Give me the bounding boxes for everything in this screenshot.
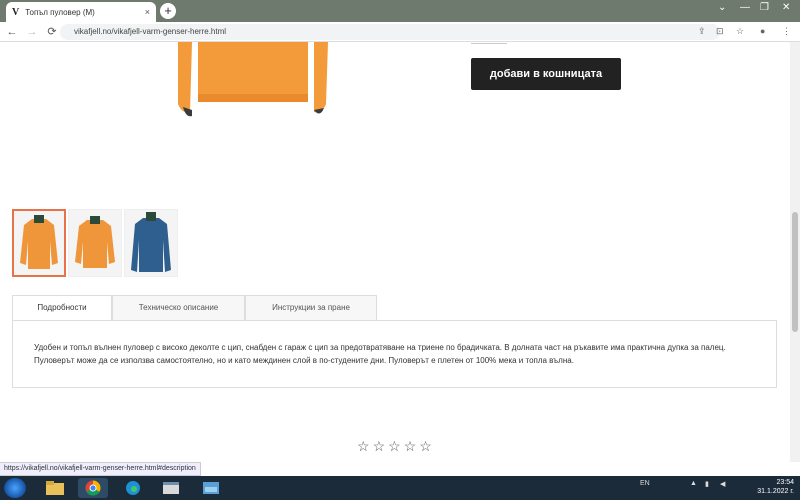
start-button[interactable] [4,478,26,498]
new-tab-button[interactable]: + [160,3,176,19]
app-window-icon[interactable] [156,478,186,498]
forward-button[interactable]: → [24,26,40,38]
file-explorer-icon[interactable] [40,478,70,498]
browser-tab-strip: V Топъл пуловер (M) × + ⌄ — ❐ ✕ [0,0,800,22]
install-icon[interactable]: ⊡ [716,26,724,37]
scrollbar-thumb[interactable] [792,212,798,332]
menu-icon[interactable]: ⋮ [782,26,791,37]
back-button[interactable]: ← [4,26,20,38]
rating-stars[interactable]: ☆ ☆ ☆ ☆ ☆ [357,438,432,455]
network-icon[interactable]: ▮ [705,480,709,488]
product-page: добави в кошницата Подробности Техническ… [0,42,790,462]
tab-details[interactable]: Подробности [12,295,112,321]
taskbar-clock[interactable]: 23:54 31.1.2022 г. [742,478,794,496]
add-to-cart-button[interactable]: добави в кошницата [471,58,621,90]
sweater-image [75,216,115,268]
product-info-tabs: Подробности Техническо описание Инструкц… [12,295,377,321]
photo-viewer-icon[interactable] [196,478,226,498]
quantity-field[interactable] [471,42,507,44]
address-bar[interactable]: vikafjell.no/vikafjell-varm-genser-herre… [60,24,720,40]
thumbnail-orange-back[interactable] [68,209,122,277]
tab-technical-description[interactable]: Техническо описание [112,295,245,320]
close-window-icon[interactable]: ✕ [782,2,790,13]
chrome-icon[interactable] [78,478,108,498]
sweater-image [20,215,58,269]
maximize-icon[interactable]: ❐ [760,2,769,13]
share-icon[interactable]: ⇪ [698,26,706,37]
star-icon[interactable]: ☆ [373,438,386,455]
product-main-image[interactable] [178,42,328,122]
close-tab-icon[interactable]: × [145,7,150,17]
bookmark-star-icon[interactable]: ☆ [736,26,744,37]
star-icon[interactable]: ☆ [404,438,417,455]
browser-tab[interactable]: V Топъл пуловер (M) × [6,2,156,22]
page-scrollbar[interactable] [790,42,800,462]
language-indicator[interactable]: EN [640,480,650,487]
star-icon[interactable]: ☆ [357,438,370,455]
thumbnail-gallery [12,209,178,277]
clock-date: 31.1.2022 г. [757,488,794,495]
volume-icon[interactable]: ◀ [720,480,725,488]
clock-time: 23:54 [776,479,794,486]
thumbnail-blue[interactable] [124,209,178,277]
site-favicon: V [12,6,20,18]
thumbnail-orange-front[interactable] [12,209,66,277]
windows-taskbar: EN ▲ ▮ ◀ 23:54 31.1.2022 г. [0,476,800,500]
tray-chevron-icon[interactable]: ▲ [690,480,697,487]
sweater-image [131,212,171,272]
profile-avatar[interactable]: ● [760,26,765,36]
description-panel: Удобен и топъл вълнен пуловер с високо д… [12,320,777,388]
tab-title: Топъл пуловер (M) [25,7,95,17]
star-icon[interactable]: ☆ [419,438,432,455]
tab-washing-instructions[interactable]: Инструкции за пране [245,295,377,320]
chevron-down-icon[interactable]: ⌄ [718,2,726,13]
status-url: https://vikafjell.no/vikafjell-varm-gens… [0,462,201,476]
reload-button[interactable]: ⟳ [44,25,60,38]
edge-icon[interactable] [118,478,148,498]
browser-toolbar: ← → ⟳ vikafjell.no/vikafjell-varm-genser… [0,22,800,42]
minimize-icon[interactable]: — [740,2,750,13]
star-icon[interactable]: ☆ [388,438,401,455]
